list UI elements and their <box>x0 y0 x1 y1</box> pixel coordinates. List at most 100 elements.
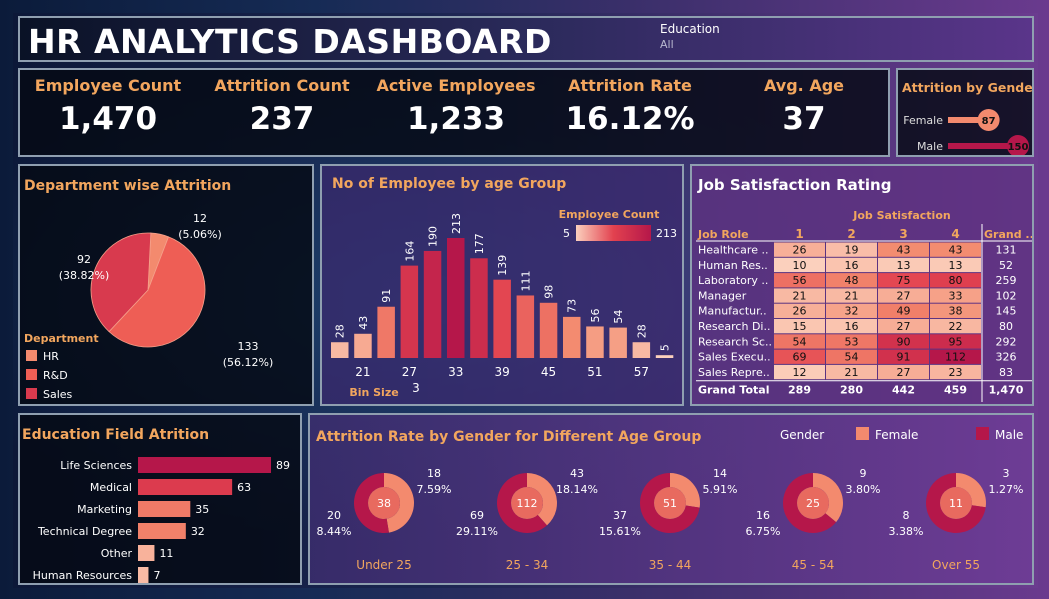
heatmap-row-total: 326 <box>996 351 1017 364</box>
donut-female-value: 14 <box>713 467 727 480</box>
education-bar-value: 7 <box>153 569 160 582</box>
donut-female-value: 9 <box>860 467 867 480</box>
kpi-value: 237 <box>249 101 315 137</box>
heatmap-cell-value: 22 <box>949 320 963 333</box>
age-x-tick: 51 <box>587 365 602 379</box>
donut-male-value: 8 <box>903 509 910 522</box>
heatmap-cell-value: 75 <box>897 274 911 287</box>
education-field-panel: Education Field Atrition Life Sciences 89… <box>18 413 302 585</box>
color-legend-bar <box>576 225 651 241</box>
education-category-label: Human Resources <box>33 569 133 582</box>
department-panel: Department wise Attrition 12 (5.06%) 133 (5… <box>18 164 314 406</box>
pie-percent-label: (56.12%) <box>223 356 274 369</box>
donut-female-pct: 1.27% <box>989 483 1024 496</box>
age-bar-value: 164 <box>403 241 416 262</box>
heatmap-row-total: 259 <box>996 274 1017 287</box>
kpi-card: Employee Count 1,470 <box>23 76 193 137</box>
kpi-card: Attrition Count 237 <box>197 76 367 137</box>
age-bar-value: 190 <box>427 226 440 247</box>
gender-attrition-chart: Female 87 Male 150 <box>903 109 1029 155</box>
heatmap-cell-value: 12 <box>793 366 807 379</box>
donut-age-group-label: 25 - 34 <box>506 558 549 572</box>
donut-legend-female: Female <box>875 428 918 442</box>
color-legend-max: 213 <box>656 227 677 240</box>
heatmap-cell-value: 19 <box>845 244 859 257</box>
heatmap-cell-value: 38 <box>949 305 963 318</box>
donut-male-pct: 6.75% <box>746 525 781 538</box>
legend-item-label: R&D <box>43 369 68 382</box>
heatmap-cell-value: 16 <box>845 320 859 333</box>
kpi-value: 16.12% <box>565 101 695 137</box>
kpi-label: Avg. Age <box>763 76 845 95</box>
age-x-tick: 27 <box>402 365 417 379</box>
education-bar-value: 32 <box>191 525 205 538</box>
heatmap-cell-value: 53 <box>845 335 859 348</box>
heatmap-row-label: Manufactur.. <box>698 305 767 318</box>
heatmap-grand-total-overall: 1,470 <box>989 384 1024 397</box>
age-bar <box>354 333 372 358</box>
age-bar-value: 28 <box>635 324 648 338</box>
heatmap-grand-total-value: 280 <box>840 384 863 397</box>
education-bar-value: 11 <box>159 547 173 560</box>
age-x-tick: 45 <box>541 365 556 379</box>
pie-percent-label: (5.06%) <box>178 228 222 241</box>
donut-male-value: 20 <box>327 509 341 522</box>
donut-legend-male: Male <box>995 428 1023 442</box>
donut-age-group-label: Over 55 <box>932 558 980 572</box>
donut-female-pct: 5.91% <box>703 483 738 496</box>
legend-swatch <box>26 350 37 361</box>
age-bar <box>423 250 442 358</box>
education-filter-label: Education <box>660 22 720 36</box>
heatmap-row-total: 52 <box>999 259 1013 272</box>
education-category-label: Other <box>101 547 133 560</box>
kpi-label: Attrition Count <box>214 76 350 95</box>
heatmap-grand-total-value: 459 <box>944 384 967 397</box>
education-filter[interactable]: Education All <box>660 22 780 58</box>
heatmap-cell-value: 21 <box>845 366 859 379</box>
education-bar <box>138 523 186 539</box>
gender-category-label: Male <box>917 140 943 153</box>
heatmap-cell-value: 27 <box>897 320 911 333</box>
age-x-tick: 21 <box>355 365 370 379</box>
heatmap-row-total: 102 <box>996 289 1017 302</box>
legend-item-label: HR <box>43 350 59 363</box>
heatmap-row-total: 292 <box>996 335 1017 348</box>
education-bar-value: 89 <box>276 459 290 472</box>
education-category-label: Technical Degree <box>37 525 132 538</box>
age-bar-value: 111 <box>519 270 532 291</box>
color-legend-title: Employee Count <box>559 208 660 221</box>
heatmap-cell-value: 69 <box>793 351 807 364</box>
heatmap-cell-value: 91 <box>897 351 911 364</box>
heatmap-column-header: 1 <box>795 227 803 241</box>
education-filter-value[interactable]: All <box>660 38 780 51</box>
kpi-panel: Employee Count 1,470 Attrition Count 237 Act… <box>18 68 890 157</box>
age-bar-value: 73 <box>566 299 579 313</box>
donut-female-value: 18 <box>427 467 441 480</box>
donut-age-group-label: Under 25 <box>356 558 411 572</box>
legend-swatch <box>26 369 37 380</box>
age-x-tick: 39 <box>495 365 510 379</box>
heatmap-row-label: Research Sc.. <box>698 335 772 348</box>
age-bar-value: 177 <box>473 233 486 254</box>
legend-item-label: Sales <box>43 388 73 401</box>
donut-female-value: 3 <box>1003 467 1010 480</box>
legend-swatch <box>26 388 37 399</box>
dashboard-title: HR ANALYTICS DASHBOARD <box>28 22 552 61</box>
kpi-card: Attrition Rate 16.12% <box>545 76 715 137</box>
heatmap-row-label: Research Di.. <box>698 320 770 333</box>
donut-female-value: 43 <box>570 467 584 480</box>
heatmap-cell-value: 23 <box>949 366 963 379</box>
donut-total-label: 11 <box>949 497 963 510</box>
pie-value-label: 133 <box>238 340 259 353</box>
heatmap-column-header: 4 <box>951 227 959 241</box>
education-bar-value: 63 <box>237 481 251 494</box>
age-bar <box>400 265 419 358</box>
color-legend-min: 5 <box>563 227 570 240</box>
department-pie-chart: 12 (5.06%) 133 (56.12%) 92 (38.82%) Department… <box>24 212 274 401</box>
age-x-tick: 33 <box>448 365 463 379</box>
donut-age-group-label: 35 - 44 <box>649 558 692 572</box>
age-bar <box>516 295 535 358</box>
heatmap-cell-value: 10 <box>793 259 807 272</box>
age-bar <box>609 327 627 358</box>
donut-total-label: 25 <box>806 497 820 510</box>
